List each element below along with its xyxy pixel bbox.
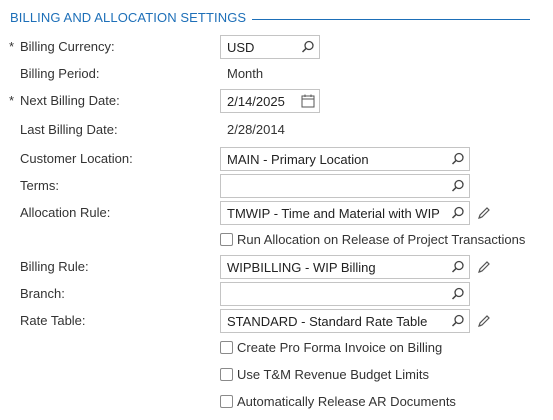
billing-currency-value: USD xyxy=(227,40,255,55)
auto-release-ar-label: Automatically Release AR Documents xyxy=(237,394,456,409)
terms-label: Terms: xyxy=(20,178,59,193)
tm-revenue-budget-label: Use T&M Revenue Budget Limits xyxy=(237,367,429,382)
next-billing-date-label: Next Billing Date: xyxy=(20,93,120,108)
pencil-icon[interactable] xyxy=(476,313,492,329)
checkbox-box[interactable] xyxy=(220,368,233,381)
search-icon[interactable] xyxy=(300,39,316,55)
search-icon[interactable] xyxy=(450,205,466,221)
billing-period-label: Billing Period: xyxy=(20,66,100,81)
search-icon[interactable] xyxy=(450,286,466,302)
pencil-icon[interactable] xyxy=(476,205,492,221)
section-title: BILLING AND ALLOCATION SETTINGS xyxy=(10,10,247,25)
customer-location-label: Customer Location: xyxy=(20,151,133,166)
customer-location-value: MAIN - Primary Location xyxy=(227,152,369,167)
search-icon[interactable] xyxy=(450,151,466,167)
pro-forma-label: Create Pro Forma Invoice on Billing xyxy=(237,340,443,355)
allocation-rule-selector[interactable]: TMWIP - Time and Material with WIP xyxy=(220,201,470,225)
rate-table-selector[interactable]: STANDARD - Standard Rate Table xyxy=(220,309,470,333)
allocation-rule-value: TMWIP - Time and Material with WIP xyxy=(227,206,440,221)
section-header: BILLING AND ALLOCATION SETTINGS xyxy=(10,10,530,28)
required-marker: * xyxy=(9,39,15,54)
branch-label: Branch: xyxy=(20,286,65,301)
rate-table-label: Rate Table: xyxy=(20,313,86,328)
search-icon[interactable] xyxy=(450,259,466,275)
allocation-rule-label: Allocation Rule: xyxy=(20,205,111,220)
billing-currency-label: Billing Currency: xyxy=(20,39,115,54)
billing-rule-label: Billing Rule: xyxy=(20,259,89,274)
billing-rule-value: WIPBILLING - WIP Billing xyxy=(227,260,376,275)
rate-table-value: STANDARD - Standard Rate Table xyxy=(227,314,428,329)
calendar-icon[interactable] xyxy=(300,93,316,109)
pencil-icon[interactable] xyxy=(476,259,492,275)
checkbox-box[interactable] xyxy=(220,341,233,354)
terms-selector[interactable] xyxy=(220,174,470,198)
checkbox-box[interactable] xyxy=(220,233,233,246)
next-billing-date-value: 2/14/2025 xyxy=(227,94,285,109)
billing-rule-selector[interactable]: WIPBILLING - WIP Billing xyxy=(220,255,470,279)
billing-period-value: Month xyxy=(227,66,264,81)
next-billing-date-field[interactable]: 2/14/2025 xyxy=(220,89,320,113)
run-allocation-label: Run Allocation on Release of Project Tra… xyxy=(237,232,526,247)
checkbox-box[interactable] xyxy=(220,395,233,408)
customer-location-selector[interactable]: MAIN - Primary Location xyxy=(220,147,470,171)
section-divider xyxy=(252,19,530,20)
billing-currency-selector[interactable]: USD xyxy=(220,35,320,59)
last-billing-date-label: Last Billing Date: xyxy=(20,122,118,137)
required-marker: * xyxy=(9,93,15,108)
search-icon[interactable] xyxy=(450,313,466,329)
branch-selector[interactable] xyxy=(220,282,470,306)
search-icon[interactable] xyxy=(450,178,466,194)
last-billing-date-value: 2/28/2014 xyxy=(227,122,285,137)
